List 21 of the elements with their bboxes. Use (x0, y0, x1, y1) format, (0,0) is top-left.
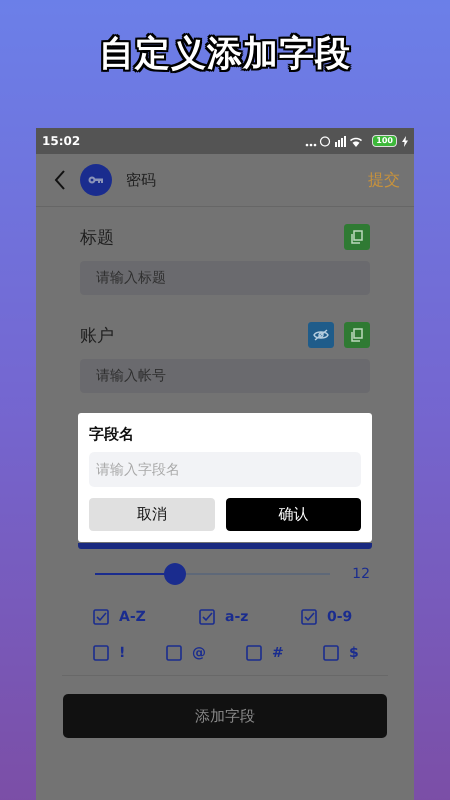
option-label: ! (119, 645, 126, 661)
add-field-button[interactable]: 添加字段 (63, 694, 387, 738)
length-value: 12 (352, 566, 370, 582)
option-label: a-z (225, 609, 248, 625)
headline: 自定义添加字段 (99, 33, 351, 76)
option-label: $ (349, 645, 359, 661)
page-title: 密码 (126, 170, 157, 190)
cancel-button[interactable]: 取消 (89, 498, 214, 531)
battery-level: 100 (372, 135, 397, 147)
input-field[interactable]: 请输入帐号 (80, 359, 370, 393)
field-name-input[interactable]: 请输入字段名 (89, 452, 361, 487)
option-label: A-Z (119, 609, 146, 625)
status-time: 15:02 (42, 134, 80, 148)
confirm-button[interactable]: 确认 (226, 498, 361, 531)
field-label: 账户 (80, 324, 115, 346)
option-label: # (272, 645, 284, 661)
field-label: 标题 (80, 226, 115, 248)
option-label: 0-9 (327, 609, 352, 625)
dialog-title: 字段名 (89, 425, 135, 444)
option-label: @ (192, 645, 206, 661)
input-field[interactable]: 请输入标题 (80, 261, 370, 295)
